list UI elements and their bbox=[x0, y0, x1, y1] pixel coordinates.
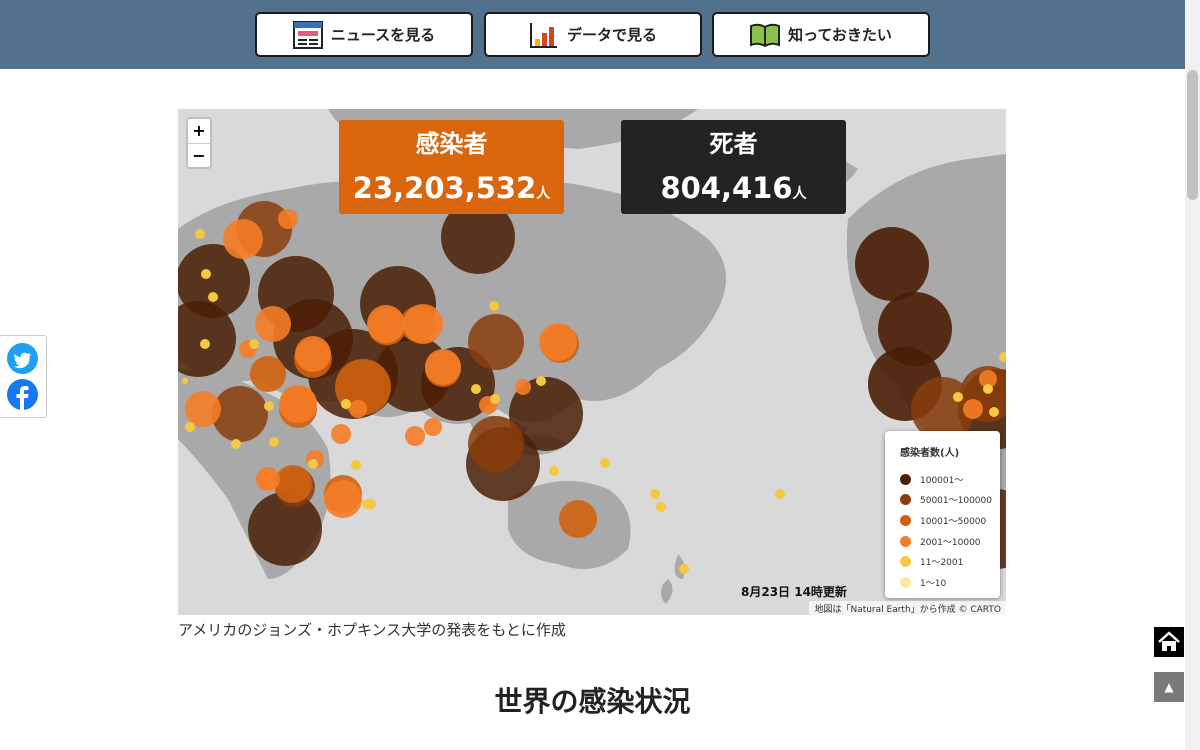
news-button[interactable]: ニュースを見る bbox=[255, 12, 473, 57]
zoom-control: + − bbox=[186, 117, 212, 169]
facebook-share-button[interactable] bbox=[7, 379, 38, 410]
twitter-icon bbox=[14, 352, 31, 369]
facebook-icon bbox=[16, 386, 29, 410]
map-legend: 感染者数(人) 100001〜 50001〜100000 10001〜50000… bbox=[885, 431, 1000, 598]
bar-chart-icon bbox=[529, 22, 557, 48]
infected-panel: 感染者 23,203,532人 bbox=[339, 120, 564, 214]
scrollbar[interactable] bbox=[1185, 0, 1200, 750]
legend-item: 11〜2001 bbox=[900, 551, 1000, 572]
legend-label: 100001〜 bbox=[920, 475, 964, 486]
data-source-caption: アメリカのジョンズ・ホプキンス大学の発表をもとに作成 bbox=[178, 621, 566, 639]
legend-swatch bbox=[900, 494, 911, 506]
map-base bbox=[178, 109, 1006, 604]
social-share-panel bbox=[0, 335, 47, 418]
deaths-unit: 人 bbox=[792, 186, 807, 202]
update-timestamp: 8月23日 14時更新 bbox=[741, 585, 847, 599]
legend-label: 11〜2001 bbox=[920, 558, 964, 569]
map-attribution: 地図は「Natural Earth」から作成 © CARTO bbox=[809, 601, 1006, 615]
scroll-to-top-button[interactable]: ▲ bbox=[1154, 672, 1184, 702]
infected-unit: 人 bbox=[536, 186, 551, 202]
legend-swatch bbox=[900, 576, 911, 588]
infected-value: 23,203,532 bbox=[352, 171, 537, 205]
deaths-value: 804,416 bbox=[660, 171, 793, 205]
zoom-out-button[interactable]: − bbox=[188, 143, 210, 167]
legend-label: 2001〜10000 bbox=[920, 537, 981, 548]
data-button-label: データで見る bbox=[566, 26, 657, 44]
legend-item: 1〜10 bbox=[900, 572, 1000, 593]
world-map[interactable]: + − 感染者 23,203,532人 死者 804,416人 感染者数(人) … bbox=[178, 109, 1006, 615]
legend-label: 10001〜50000 bbox=[920, 516, 987, 527]
legend-swatch bbox=[900, 514, 911, 526]
legend-swatch bbox=[900, 535, 911, 547]
legend-item: 2001〜10000 bbox=[900, 531, 1000, 552]
legend-swatch bbox=[900, 556, 911, 568]
infected-label: 感染者 bbox=[415, 130, 488, 158]
section-title: 世界の感染状況 bbox=[494, 685, 691, 718]
home-button[interactable] bbox=[1154, 627, 1184, 657]
deaths-label: 死者 bbox=[709, 130, 758, 158]
know-button[interactable]: 知っておきたい bbox=[712, 12, 930, 57]
data-button[interactable]: データで見る bbox=[484, 12, 702, 57]
know-button-label: 知っておきたい bbox=[788, 26, 892, 44]
scrollbar-thumb[interactable] bbox=[1187, 70, 1198, 200]
legend-item: 50001〜100000 bbox=[900, 490, 1000, 511]
zoom-in-button[interactable]: + bbox=[188, 119, 210, 143]
legend-item: 10001〜50000 bbox=[900, 510, 1000, 531]
news-button-label: ニュースを見る bbox=[330, 26, 436, 44]
home-icon bbox=[1158, 631, 1180, 651]
deaths-panel: 死者 804,416人 bbox=[621, 120, 846, 214]
top-navigation-bar: ニュースを見る データで見る 知っておきたい bbox=[0, 0, 1185, 69]
legend-label: 50001〜100000 bbox=[920, 496, 992, 507]
infected-value-line: 23,203,532人 bbox=[339, 171, 564, 205]
twitter-share-button[interactable] bbox=[7, 343, 38, 374]
deaths-value-line: 804,416人 bbox=[621, 171, 846, 205]
legend-item: 100001〜 bbox=[900, 469, 1000, 490]
open-book-icon bbox=[750, 23, 781, 47]
legend-swatch bbox=[900, 473, 911, 485]
newspaper-icon bbox=[292, 20, 323, 49]
legend-label: 1〜10 bbox=[920, 578, 947, 589]
legend-title: 感染者数(人) bbox=[900, 448, 960, 459]
